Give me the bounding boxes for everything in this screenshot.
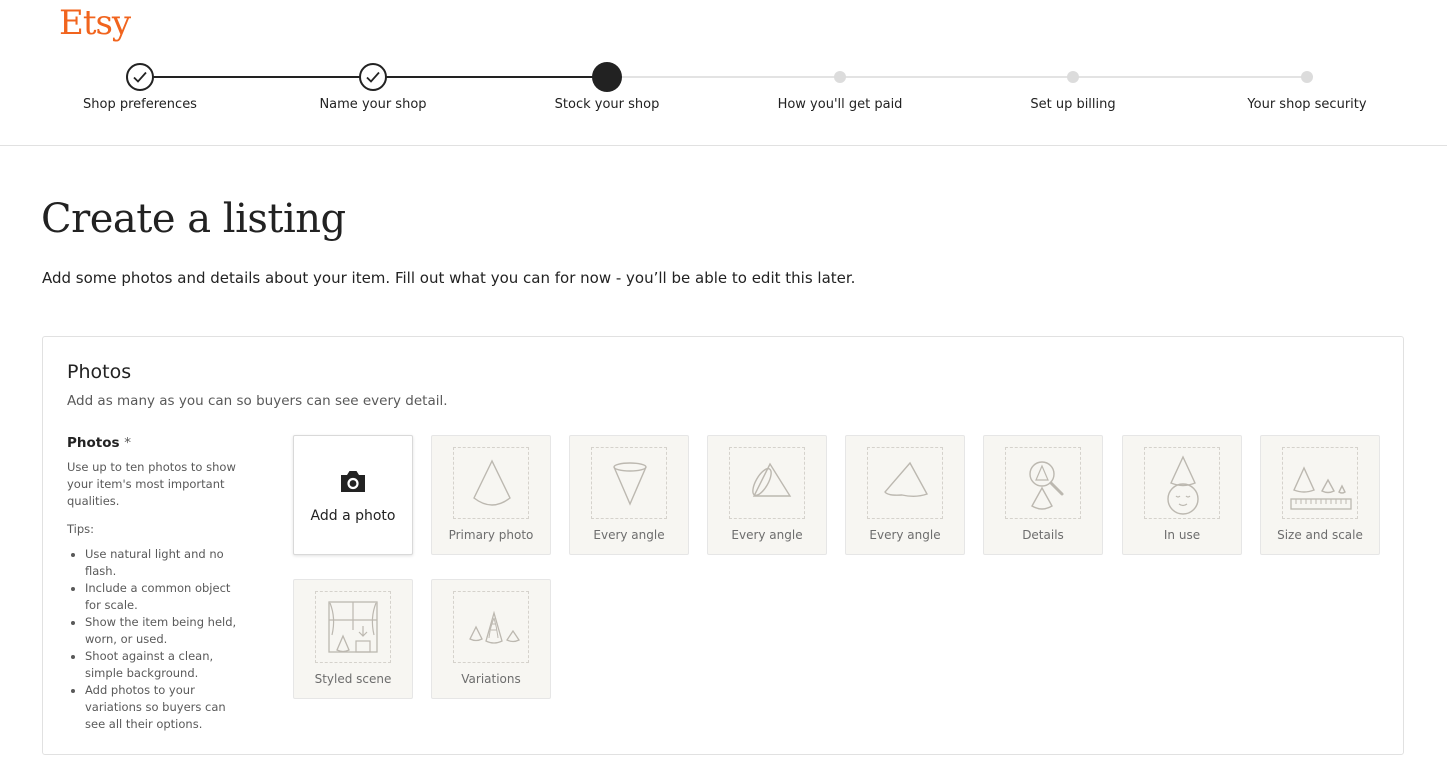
- photo-slot-label: Details: [1022, 528, 1064, 542]
- photo-slot-styled-scene[interactable]: Styled scene: [293, 579, 413, 699]
- cone-side-icon: [752, 462, 792, 497]
- step-label: Stock your shop: [554, 97, 660, 112]
- photo-slot-label: Styled scene: [314, 672, 392, 686]
- cone-icon: [473, 459, 511, 506]
- step-label: Set up billing: [1030, 97, 1116, 112]
- upcoming-step-dot: [834, 71, 846, 83]
- step-how-youll-get-paid: How you'll get paid: [740, 60, 940, 112]
- photos-section-title: Photos: [67, 361, 132, 383]
- current-step-dot: [592, 62, 622, 92]
- upcoming-step-dot: [1301, 71, 1313, 83]
- tip-item: Use natural light and no flash.: [85, 546, 247, 580]
- window-scene-icon: [328, 601, 378, 653]
- step-name-your-shop: Name your shop: [273, 60, 473, 112]
- required-mark: *: [124, 435, 131, 451]
- step-set-up-billing: Set up billing: [973, 60, 1173, 112]
- progress-stepper: Shop preferences Name your shop Stock yo…: [0, 60, 1447, 120]
- photo-slot-label: In use: [1163, 528, 1201, 542]
- photos-section-subtitle: Add as many as you can so buyers can see…: [67, 393, 448, 409]
- photos-help: Photos * Use up to ten photos to show yo…: [67, 435, 247, 733]
- step-stock-your-shop: Stock your shop: [507, 60, 707, 112]
- tips-title: Tips:: [67, 522, 95, 536]
- onboarding-header: Etsy Shop preferences Name your shop Sto…: [0, 0, 1447, 146]
- photos-description: Use up to ten photos to show your item's…: [67, 460, 236, 508]
- ruler-icon: [1290, 466, 1352, 510]
- step-shop-preferences: Shop preferences: [40, 60, 240, 112]
- photo-slot-label: Every angle: [731, 528, 803, 542]
- etsy-logo[interactable]: Etsy: [59, 1, 131, 45]
- cone-hat-face-icon: [1167, 455, 1199, 515]
- progress-track-remaining: [607, 76, 1307, 78]
- step-label: Name your shop: [319, 97, 427, 112]
- photos-card: Photos Add as many as you can so buyers …: [42, 336, 1404, 755]
- photo-slot-label: Every angle: [593, 528, 665, 542]
- step-label: How you'll get paid: [777, 97, 903, 112]
- photos-field-label: Photos *: [67, 435, 247, 451]
- photo-slot-primary[interactable]: Primary photo: [431, 435, 551, 555]
- cone-inverted-icon: [613, 462, 647, 506]
- photo-slot-every-angle[interactable]: Every angle: [569, 435, 689, 555]
- tip-item: Add photos to your variations so buyers …: [85, 682, 247, 733]
- photo-slot-label: Variations: [461, 672, 521, 686]
- tip-item: Show the item being held, worn, or used.: [85, 614, 247, 648]
- camera-icon: [341, 471, 365, 492]
- page-title: Create a listing: [41, 196, 346, 242]
- cone-tilted-icon: [884, 461, 929, 497]
- photo-slot-label: Every angle: [869, 528, 941, 542]
- tip-item: Shoot against a clean, simple background…: [85, 648, 247, 682]
- step-label: Your shop security: [1247, 97, 1367, 112]
- photos-field-label-text: Photos: [67, 435, 120, 451]
- step-your-shop-security: Your shop security: [1207, 60, 1407, 112]
- upcoming-step-dot: [1067, 71, 1079, 83]
- add-photo-button[interactable]: Add a photo: [293, 435, 413, 555]
- photo-slot-every-angle[interactable]: Every angle: [707, 435, 827, 555]
- photo-slot-details[interactable]: Details: [983, 435, 1103, 555]
- tips-list: Use natural light and no flash. Include …: [67, 546, 247, 733]
- tip-item: Include a common object for scale.: [85, 580, 247, 614]
- add-photo-label: Add a photo: [310, 508, 396, 524]
- check-icon: [126, 63, 154, 91]
- check-icon: [359, 63, 387, 91]
- magnifier-icon: [1029, 461, 1064, 510]
- cones-variations-icon: [469, 610, 520, 644]
- photo-slot-every-angle[interactable]: Every angle: [845, 435, 965, 555]
- photo-slot-label: Primary photo: [448, 528, 534, 542]
- photo-slot-size-and-scale[interactable]: Size and scale: [1260, 435, 1380, 555]
- photo-slot-in-use[interactable]: In use: [1122, 435, 1242, 555]
- step-label: Shop preferences: [83, 97, 197, 112]
- photo-slot-variations[interactable]: Variations: [431, 579, 551, 699]
- photo-slot-label: Size and scale: [1277, 528, 1363, 542]
- page-subtitle: Add some photos and details about your i…: [42, 269, 856, 287]
